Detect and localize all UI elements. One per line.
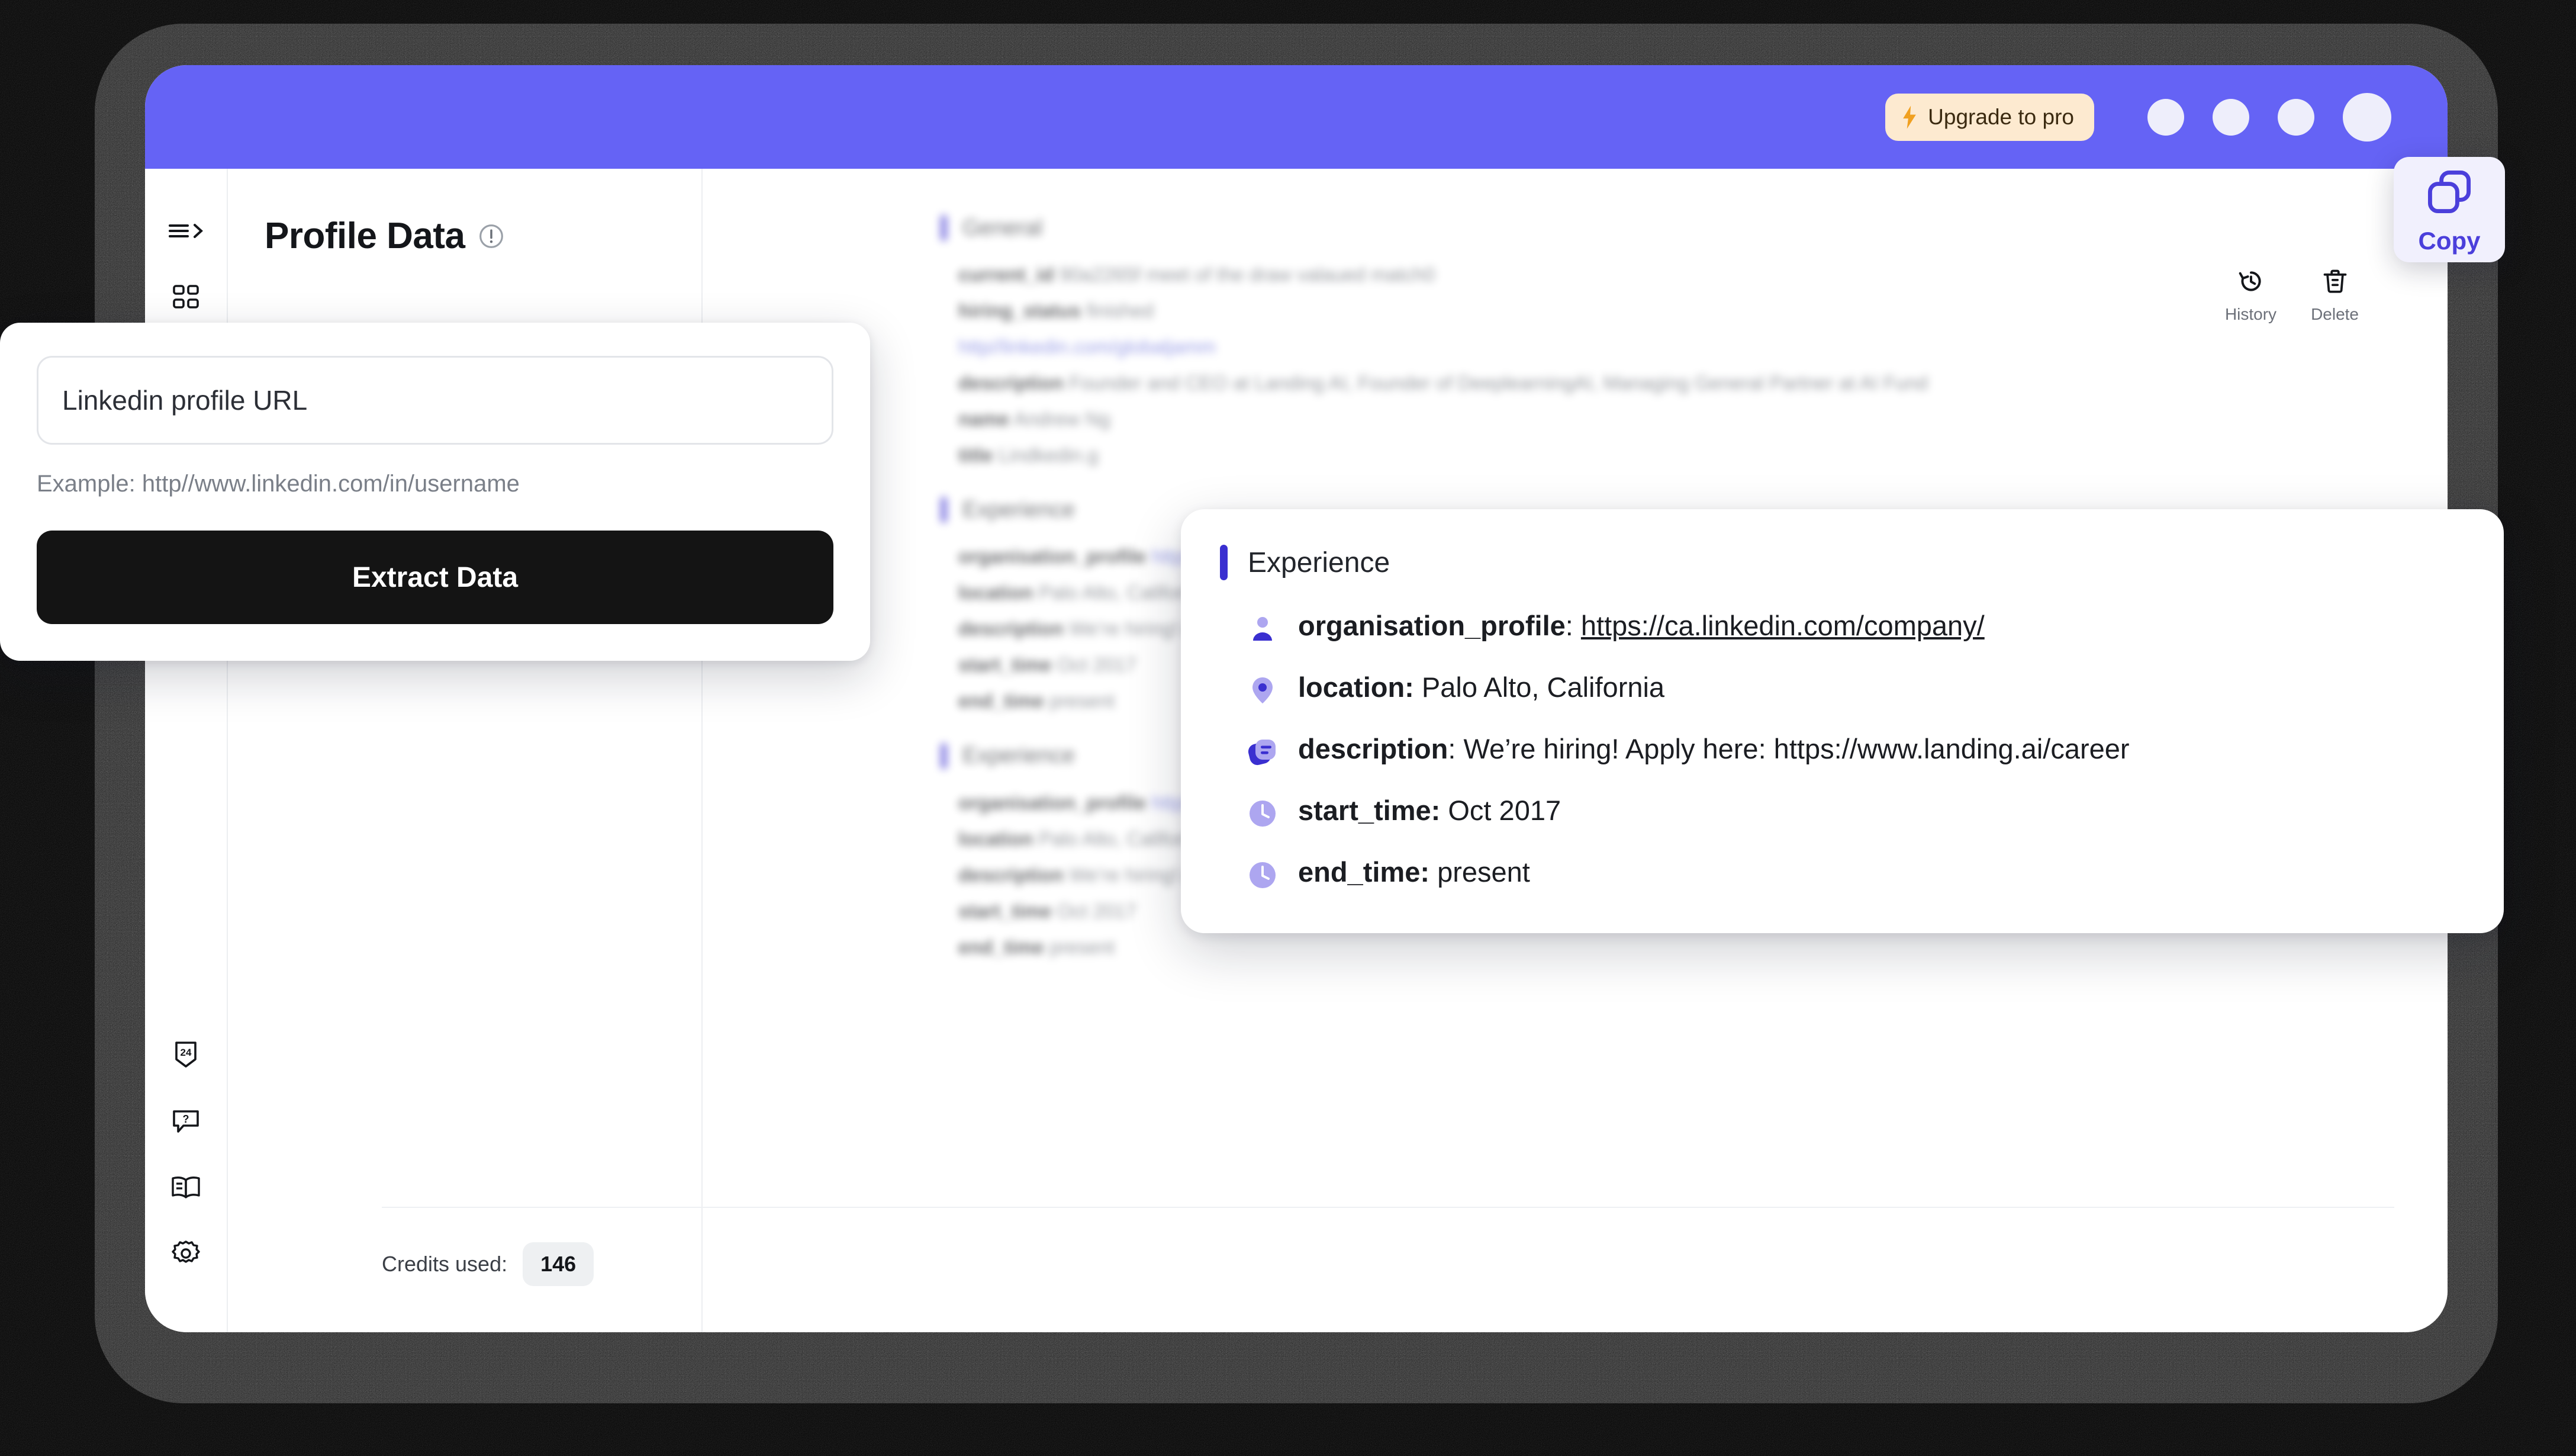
trash-delete-icon — [2320, 266, 2350, 299]
experience-card-header: Experience — [1220, 545, 2465, 580]
field-organisation-profile: organisation_profile: https://ca.linkedi… — [1298, 610, 1985, 642]
field-value-link[interactable]: https://ca.linkedin.com/company/ — [1581, 610, 1985, 641]
experience-section-title: Experience — [1248, 547, 1390, 578]
upgrade-to-pro-label: Upgrade to pro — [1928, 104, 2074, 129]
linkedin-url-input[interactable] — [37, 356, 833, 445]
topbar-icon-2[interactable] — [2213, 98, 2249, 136]
topbar-icon-1[interactable] — [2147, 98, 2184, 136]
credits-footer: Credits used: 146 — [382, 1207, 2394, 1286]
section-header-general: General — [941, 215, 2394, 241]
field-key: location: — [1298, 671, 1414, 703]
field-separator — [1414, 671, 1422, 703]
upgrade-to-pro-button[interactable]: Upgrade to pro — [1885, 93, 2094, 141]
page-title: Profile Data — [265, 215, 666, 257]
field-key: organisation_profile — [1298, 610, 1566, 641]
extract-data-button[interactable]: Extract Data — [37, 531, 833, 624]
field-key: start_time: — [1298, 795, 1441, 826]
list-item: end_time: present — [1246, 856, 2465, 892]
list-item: current_id 90a2265f meet of the draw val… — [958, 263, 1435, 285]
top-bar-actions — [2147, 92, 2391, 142]
url-example-hint: Example: http//www.linkedin.com/in/usern… — [37, 471, 520, 497]
field-end-time: end_time: present — [1298, 856, 1530, 888]
sidebar-item-settings[interactable] — [160, 1228, 211, 1279]
list-item: title Lindkedin.g — [958, 444, 1099, 467]
copy-label: Copy — [2418, 226, 2481, 255]
history-label: History — [2224, 305, 2277, 323]
sidebar-item-support-24[interactable]: 24 — [160, 1029, 211, 1080]
location-pin-icon — [1246, 674, 1279, 707]
gear-settings-icon — [171, 1239, 201, 1268]
section-title-general: General — [962, 215, 1043, 240]
book-docs-icon — [170, 1174, 202, 1200]
clock-end-icon — [1246, 859, 1279, 892]
section-accent-bar — [941, 497, 947, 523]
top-bar: Upgrade to pro — [145, 65, 2448, 169]
field-start-time: start_time: Oct 2017 — [1298, 795, 1561, 827]
person-profile-icon — [1246, 612, 1279, 645]
field-value: Palo Alto, California — [1421, 671, 1665, 703]
page-title-text: Profile Data — [265, 216, 465, 256]
description-document-icon — [1246, 735, 1279, 769]
experience-detail-card: Experience organisation_profile: https:/… — [1181, 509, 2504, 933]
field-value: We’re hiring! Apply here: https://www.la… — [1463, 733, 2130, 764]
list-item: organisation_profile: https://ca.linkedi… — [1246, 610, 2465, 645]
credits-value: 146 — [523, 1242, 594, 1286]
svg-text:24: 24 — [181, 1047, 192, 1058]
lightning-bolt-icon — [1902, 105, 1917, 129]
sidebar-item-help[interactable]: ? — [160, 1095, 211, 1146]
clock-start-icon — [1246, 797, 1279, 830]
list-item: description: We’re hiring! Apply here: h… — [1246, 733, 2465, 769]
field-value: present — [1437, 856, 1530, 888]
topbar-icon-3[interactable] — [2278, 98, 2314, 136]
copy-stacked-squares-icon — [2422, 165, 2477, 222]
list-item: http//linkedin.com/globaljamm — [958, 336, 1216, 358]
list-item: description Founder and CEO at Landing A… — [958, 372, 1928, 394]
credits-label: Credits used: — [382, 1252, 508, 1276]
field-location: location: Palo Alto, California — [1298, 671, 1664, 703]
section-accent-bar — [941, 215, 947, 241]
field-separator: : — [1565, 610, 1581, 641]
field-separator — [1429, 856, 1437, 888]
field-key: end_time: — [1298, 856, 1429, 888]
general-field-list: current_id 90a2265f meet of the draw val… — [958, 256, 2394, 473]
section-accent-bar — [1220, 545, 1228, 580]
sidebar-item-docs[interactable] — [160, 1162, 211, 1213]
list-item: hiring_status finished — [958, 300, 1154, 322]
field-separator — [1440, 795, 1448, 826]
delete-label: Delete — [2311, 305, 2359, 323]
content-toolbar: History Delete — [2225, 266, 2359, 324]
linkedin-url-form-card: Example: http//www.linkedin.com/in/usern… — [0, 323, 870, 661]
section-title-experience-1: Experience — [962, 497, 1076, 522]
copy-button[interactable]: Copy — [2394, 157, 2505, 262]
svg-text:?: ? — [183, 1113, 189, 1125]
menu-expand-icon — [168, 221, 204, 241]
field-separator: : — [1448, 733, 1464, 764]
help-question-icon: ? — [170, 1107, 201, 1135]
info-circle-icon[interactable] — [478, 223, 504, 249]
list-item: name Andrew Ng — [958, 408, 1110, 430]
sidebar-item-menu-toggle[interactable] — [160, 205, 211, 256]
section-accent-bar — [941, 743, 947, 769]
experience-field-list: organisation_profile: https://ca.linkedi… — [1220, 610, 2465, 892]
sidebar-item-apps[interactable] — [160, 272, 211, 323]
history-button[interactable]: History — [2225, 266, 2276, 324]
field-key: description — [1298, 733, 1448, 764]
grid-apps-icon — [172, 283, 200, 311]
history-clock-icon — [2236, 266, 2266, 299]
field-value: Oct 2017 — [1448, 795, 1561, 826]
avatar[interactable] — [2343, 92, 2391, 142]
support-24-icon: 24 — [171, 1039, 201, 1070]
delete-button[interactable]: Delete — [2311, 266, 2359, 324]
field-description: description: We’re hiring! Apply here: h… — [1298, 733, 2130, 765]
section-title-experience-2: Experience — [962, 743, 1076, 769]
list-item: end_time present — [958, 936, 1115, 958]
list-item: start_time: Oct 2017 — [1246, 795, 2465, 830]
list-item: location: Palo Alto, California — [1246, 671, 2465, 707]
